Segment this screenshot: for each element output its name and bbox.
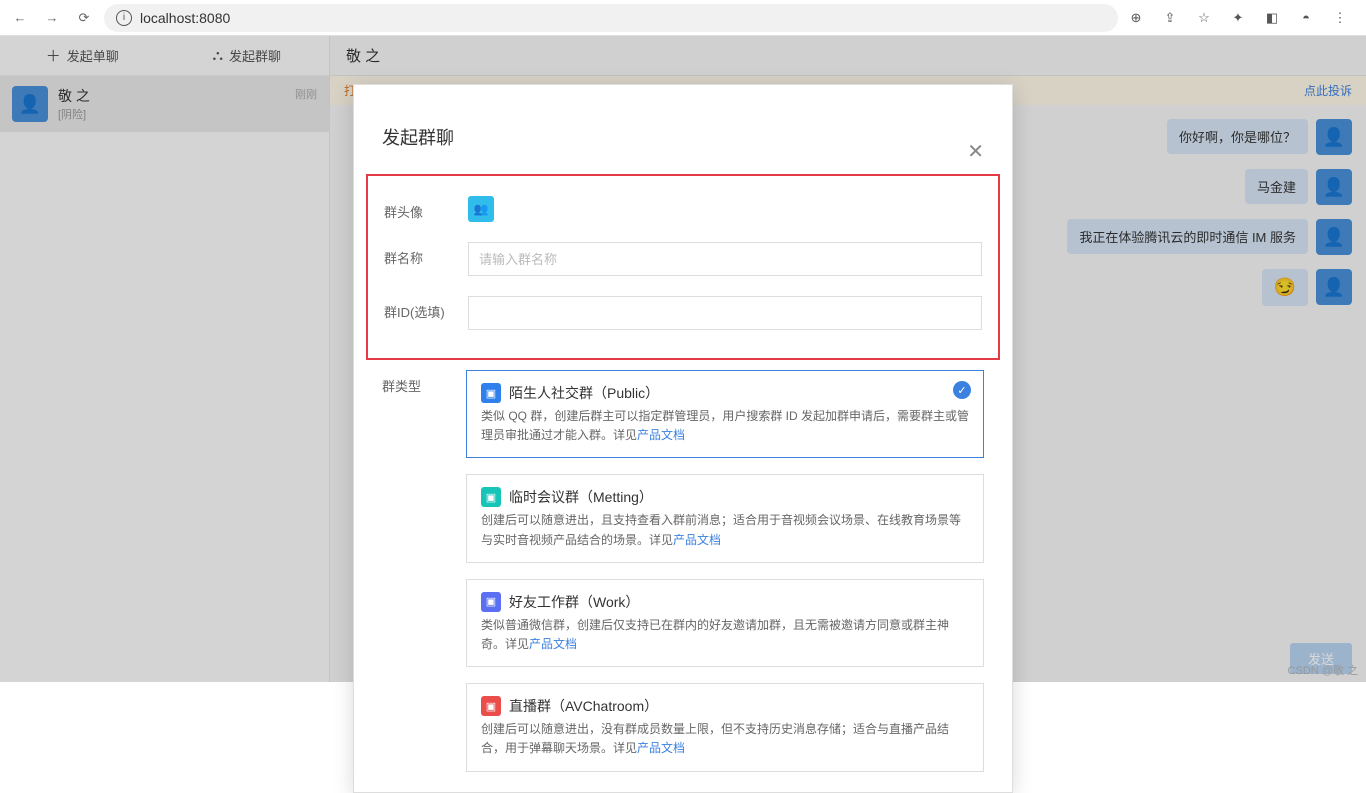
create-group-modal: 发起群聊 ✕ 群头像 👥 群名称 群ID(选填) 群类型 ✓ ▣ 陌生人社交群（Pu… bbox=[353, 84, 1013, 793]
doc-link[interactable]: 产品文档 bbox=[637, 741, 685, 755]
reload-button[interactable]: ⟳ bbox=[72, 6, 96, 30]
label-group-type: 群类型 bbox=[382, 370, 452, 772]
group-type-desc: 类似 QQ 群，创建后群主可以指定群管理员，用户搜索群 ID 发起加群申请后，需… bbox=[481, 407, 969, 445]
group-type-title: 好友工作群（Work） bbox=[509, 592, 639, 612]
info-icon: i bbox=[116, 10, 132, 26]
group-type-title: 陌生人社交群（Public） bbox=[509, 383, 659, 403]
highlighted-form-section: 群头像 👥 群名称 群ID(选填) bbox=[366, 174, 1000, 360]
group-type-icon: ▣ bbox=[481, 487, 501, 507]
panel-icon[interactable]: ◧ bbox=[1262, 8, 1282, 28]
group-type-desc: 类似普通微信群，创建后仅支持已在群内的好友邀请加群，且无需被邀请方同意或群主神奇… bbox=[481, 616, 969, 654]
group-type-option[interactable]: ▣ 直播群（AVChatroom） 创建后可以随意进出，没有群成员数量上限，但不支持… bbox=[466, 683, 984, 771]
group-type-option[interactable]: ✓ ▣ 陌生人社交群（Public） 类似 QQ 群，创建后群主可以指定群管理员，用户… bbox=[466, 370, 984, 458]
modal-title: 发起群聊 bbox=[382, 124, 454, 150]
group-type-title: 临时会议群（Metting） bbox=[509, 487, 653, 507]
browser-toolbar: ← → ⟳ i localhost:8080 ⊕ ⇪ ☆ ✦ ◧ ◓ ⋮ bbox=[0, 0, 1366, 36]
share-icon[interactable]: ⇪ bbox=[1160, 8, 1180, 28]
star-icon[interactable]: ☆ bbox=[1194, 8, 1214, 28]
group-type-icon: ▣ bbox=[481, 383, 501, 403]
app-container: ＋ 发起单聊 ⛬ 发起群聊 👤 敬 之 [阴险] 刚刚 敬 之 打陌生电话，谨防… bbox=[0, 36, 1366, 682]
group-type-option[interactable]: ▣ 临时会议群（Metting） 创建后可以随意进出，且支持查看入群前消息；适合用于… bbox=[466, 474, 984, 562]
forward-button[interactable]: → bbox=[40, 6, 64, 30]
group-type-title: 直播群（AVChatroom） bbox=[509, 696, 658, 716]
doc-link[interactable]: 产品文档 bbox=[673, 533, 721, 547]
label-group-id: 群ID(选填) bbox=[384, 296, 454, 321]
doc-link[interactable]: 产品文档 bbox=[637, 428, 685, 442]
label-avatar: 群头像 bbox=[384, 196, 454, 221]
group-type-icon: ▣ bbox=[481, 696, 501, 716]
group-type-desc: 创建后可以随意进出，没有群成员数量上限，但不支持历史消息存储；适合与直播产品结合… bbox=[481, 720, 969, 758]
close-icon[interactable]: ✕ bbox=[967, 109, 984, 164]
group-avatar-picker[interactable]: 👥 bbox=[468, 196, 494, 222]
profile-icon[interactable]: ◓ bbox=[1296, 8, 1316, 28]
url-text: localhost:8080 bbox=[140, 10, 230, 26]
zoom-icon[interactable]: ⊕ bbox=[1126, 8, 1146, 28]
group-id-input[interactable] bbox=[468, 296, 982, 330]
group-type-icon: ▣ bbox=[481, 592, 501, 612]
doc-link[interactable]: 产品文档 bbox=[529, 637, 577, 651]
menu-icon[interactable]: ⋮ bbox=[1330, 8, 1350, 28]
group-type-desc: 创建后可以随意进出，且支持查看入群前消息；适合用于音视频会议场景、在线教育场景等… bbox=[481, 511, 969, 549]
group-type-option[interactable]: ▣ 好友工作群（Work） 类似普通微信群，创建后仅支持已在群内的好友邀请加群，且无… bbox=[466, 579, 984, 667]
label-group-name: 群名称 bbox=[384, 242, 454, 267]
check-icon: ✓ bbox=[953, 381, 971, 399]
group-name-input[interactable] bbox=[468, 242, 982, 276]
watermark: CSDN @敬 之 bbox=[1288, 662, 1358, 678]
back-button[interactable]: ← bbox=[8, 6, 32, 30]
extensions-icon[interactable]: ✦ bbox=[1228, 8, 1248, 28]
address-bar[interactable]: i localhost:8080 bbox=[104, 4, 1118, 32]
